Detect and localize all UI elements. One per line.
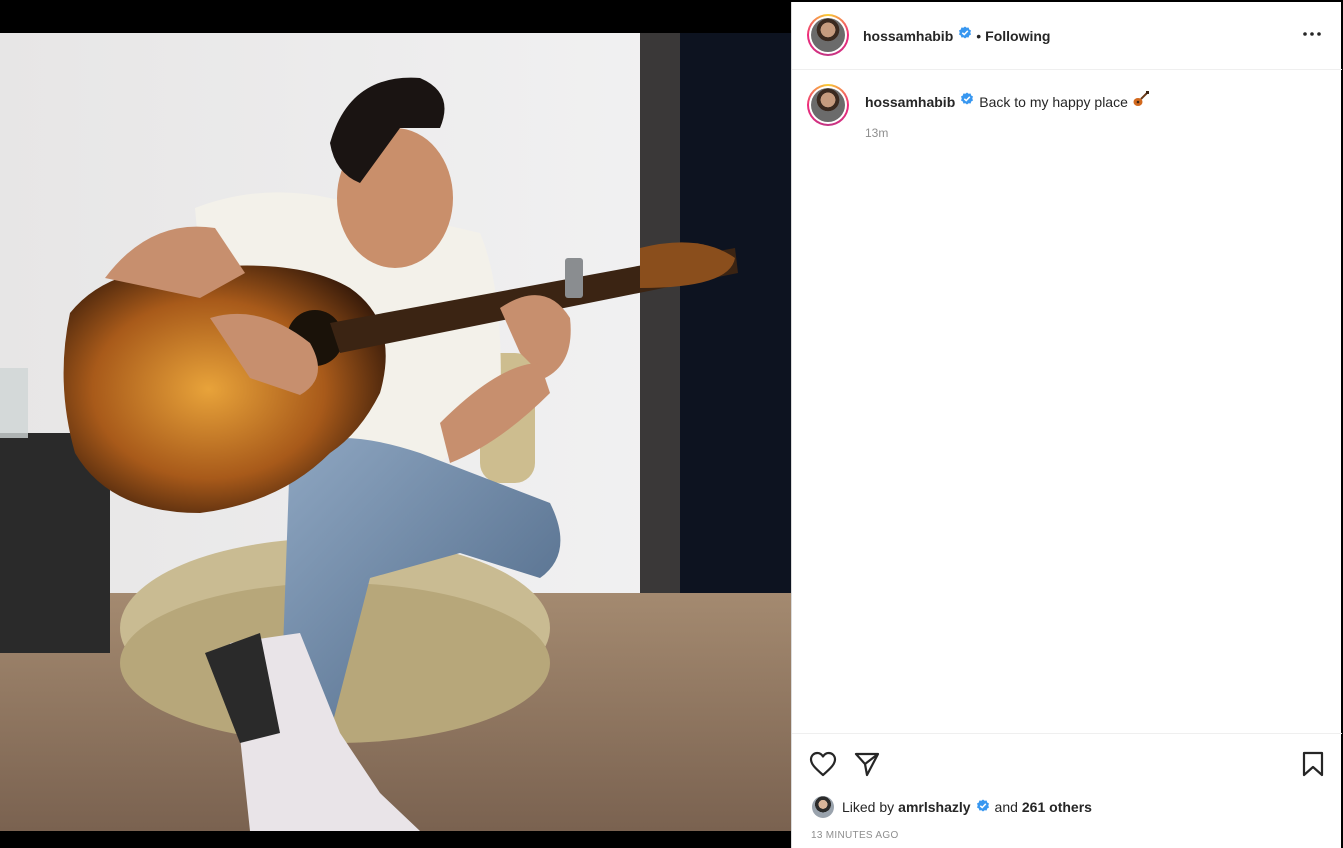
post-side-panel: hossamhabib • Following hossamhabib Back… [791,2,1342,848]
author-username[interactable]: hossamhabib [863,28,953,44]
header-user-row: hossamhabib • Following [863,26,1050,45]
guitar-photo [0,33,791,831]
author-avatar[interactable] [807,14,849,56]
following-button[interactable]: Following [985,28,1050,44]
verified-badge-icon [958,26,972,45]
liker-avatar[interactable] [812,796,834,818]
verified-badge-icon [976,799,990,816]
liked-by-prefix: Liked by [842,799,895,815]
liker-username[interactable]: amrlshazly [898,799,970,815]
liked-by-and: and [994,799,1018,815]
caption-username[interactable]: hossamhabib [865,94,955,110]
caption-text: Back to my happy place [979,93,1128,110]
more-options-icon[interactable] [1302,24,1322,42]
bookmark-icon[interactable] [1301,751,1325,782]
likes-summary: Liked by amrlshazly and 261 others [812,796,1092,818]
post-header: hossamhabib • Following [792,2,1342,70]
likes-count-link[interactable]: 261 others [1022,799,1092,815]
modal-backdrop-top [0,0,791,33]
caption-row: hossamhabib Back to my happy place [865,90,1150,113]
separator-dot: • [976,27,982,44]
guitar-emoji-icon [1132,90,1150,113]
post-modal: hossamhabib • Following hossamhabib Back… [0,0,1343,848]
post-timestamp[interactable]: 13 MINUTES AGO [811,830,899,841]
heart-icon[interactable] [809,751,837,782]
caption-time: 13m [865,126,889,140]
post-image[interactable] [0,33,791,831]
modal-backdrop-bottom [0,831,791,848]
send-icon[interactable] [854,751,880,782]
caption-author-avatar[interactable] [807,84,849,126]
verified-badge-icon [960,92,974,111]
